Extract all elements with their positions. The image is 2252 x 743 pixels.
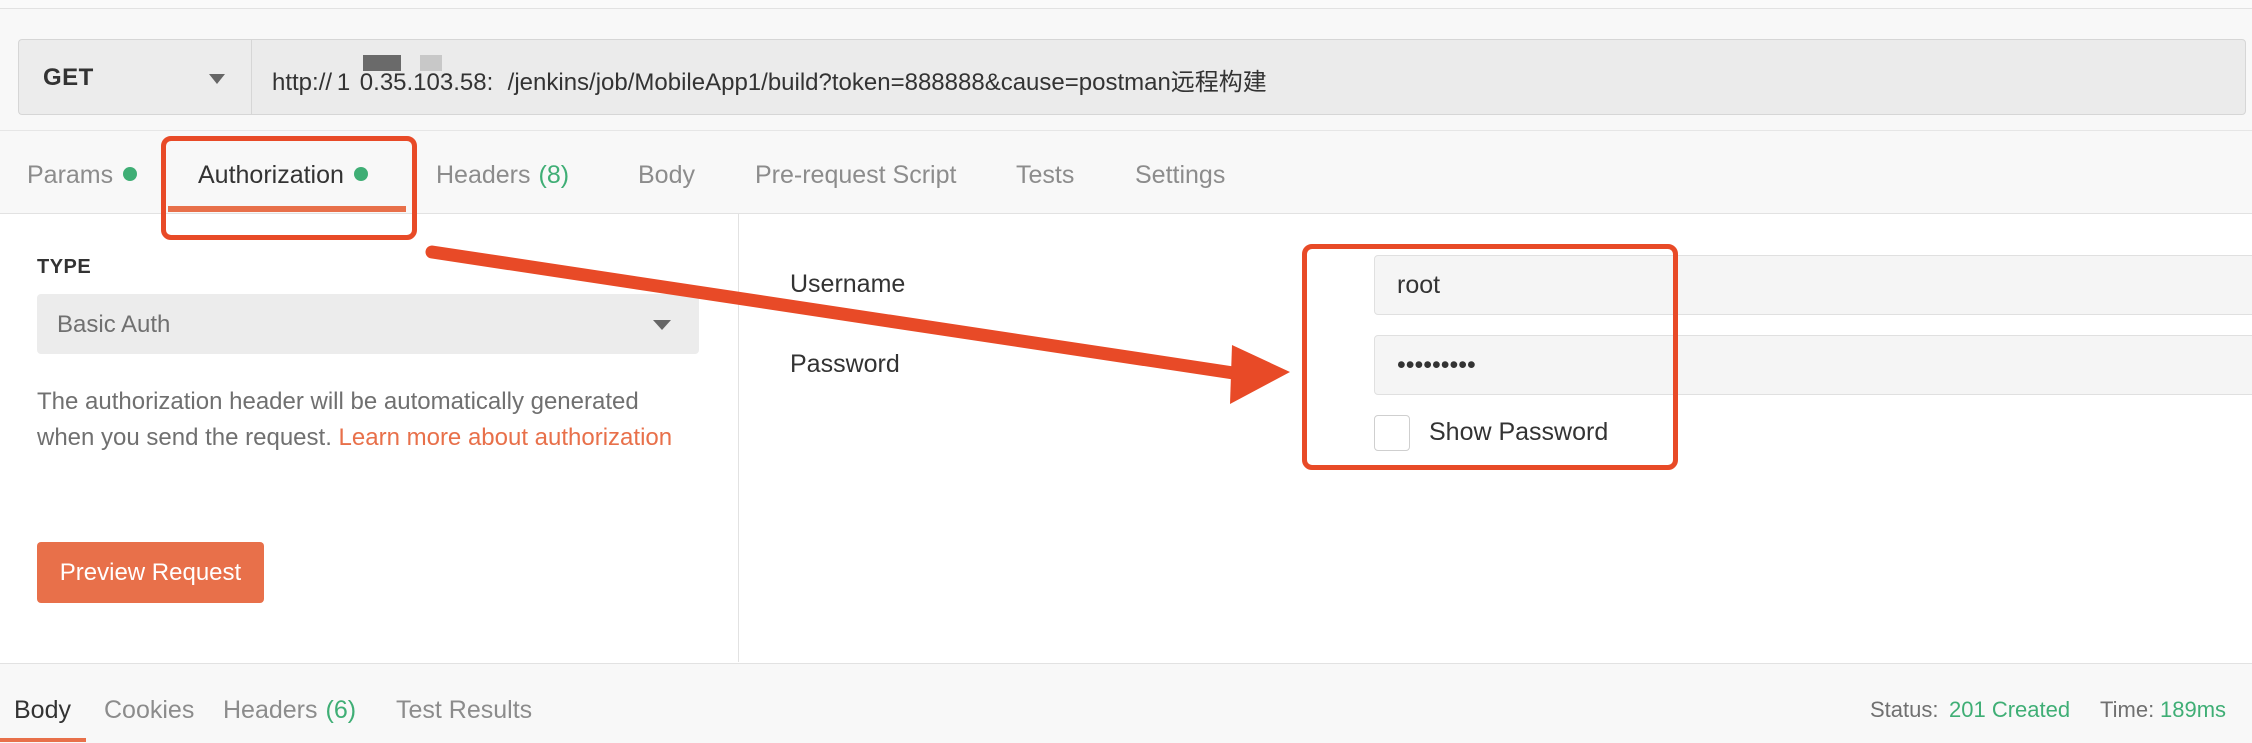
tab-headers[interactable]: Headers (8) bbox=[436, 161, 569, 190]
active-response-tab-indicator bbox=[0, 738, 86, 742]
tab-headers-label: Headers bbox=[436, 161, 531, 189]
learn-more-link[interactable]: Learn more about authorization bbox=[339, 424, 673, 451]
tab-pre-request-script[interactable]: Pre-request Script bbox=[755, 161, 956, 190]
redaction-block bbox=[363, 55, 401, 71]
tab-headers-count: (8) bbox=[538, 161, 570, 189]
status-label: Status: bbox=[1870, 697, 1939, 722]
response-tab-test-results[interactable]: Test Results bbox=[396, 696, 532, 725]
auth-type-select[interactable]: Basic Auth bbox=[37, 294, 699, 354]
status-value: 201 Created bbox=[1949, 697, 2071, 722]
redaction-block bbox=[420, 55, 442, 71]
annotation-highlight-authorization-tab bbox=[161, 136, 417, 240]
tab-params[interactable]: Params bbox=[27, 161, 138, 190]
chevron-down-icon bbox=[209, 74, 225, 84]
tab-params-label: Params bbox=[27, 161, 114, 189]
method-label: GET bbox=[43, 64, 94, 91]
annotation-highlight-credentials bbox=[1302, 244, 1678, 470]
tab-settings[interactable]: Settings bbox=[1135, 161, 1225, 190]
response-tab-headers-label: Headers bbox=[223, 696, 318, 724]
password-label: Password bbox=[790, 350, 900, 378]
url-input[interactable]: http:// 1 0.35.103.58: /jenkins/job/Mobi… bbox=[251, 39, 2246, 115]
status-dot-icon bbox=[123, 167, 138, 182]
username-label: Username bbox=[790, 270, 906, 298]
tab-body[interactable]: Body bbox=[638, 161, 695, 190]
response-tab-headers[interactable]: Headers (6) bbox=[223, 696, 356, 725]
chevron-down-icon bbox=[653, 320, 671, 330]
time-label: Time: bbox=[2100, 697, 2155, 722]
response-tab-body[interactable]: Body bbox=[14, 696, 71, 725]
preview-request-button[interactable]: Preview Request bbox=[37, 542, 264, 603]
response-tab-headers-count: (6) bbox=[325, 696, 357, 724]
tab-tests[interactable]: Tests bbox=[1016, 161, 1074, 190]
method-select[interactable]: GET bbox=[18, 39, 251, 115]
response-tab-cookies[interactable]: Cookies bbox=[104, 696, 194, 725]
auth-description: The authorization header will be automat… bbox=[37, 384, 697, 456]
auth-type-heading: TYPE bbox=[37, 256, 92, 278]
response-bar: Body Cookies Headers (6) Test Results Sta… bbox=[0, 663, 2252, 743]
request-bar: GET http:// 1 0.35.103.58: /jenkins/job/… bbox=[0, 9, 2252, 131]
time-value: 189ms bbox=[2160, 697, 2227, 722]
auth-type-value: Basic Auth bbox=[57, 311, 171, 338]
top-strip bbox=[0, 0, 2252, 9]
